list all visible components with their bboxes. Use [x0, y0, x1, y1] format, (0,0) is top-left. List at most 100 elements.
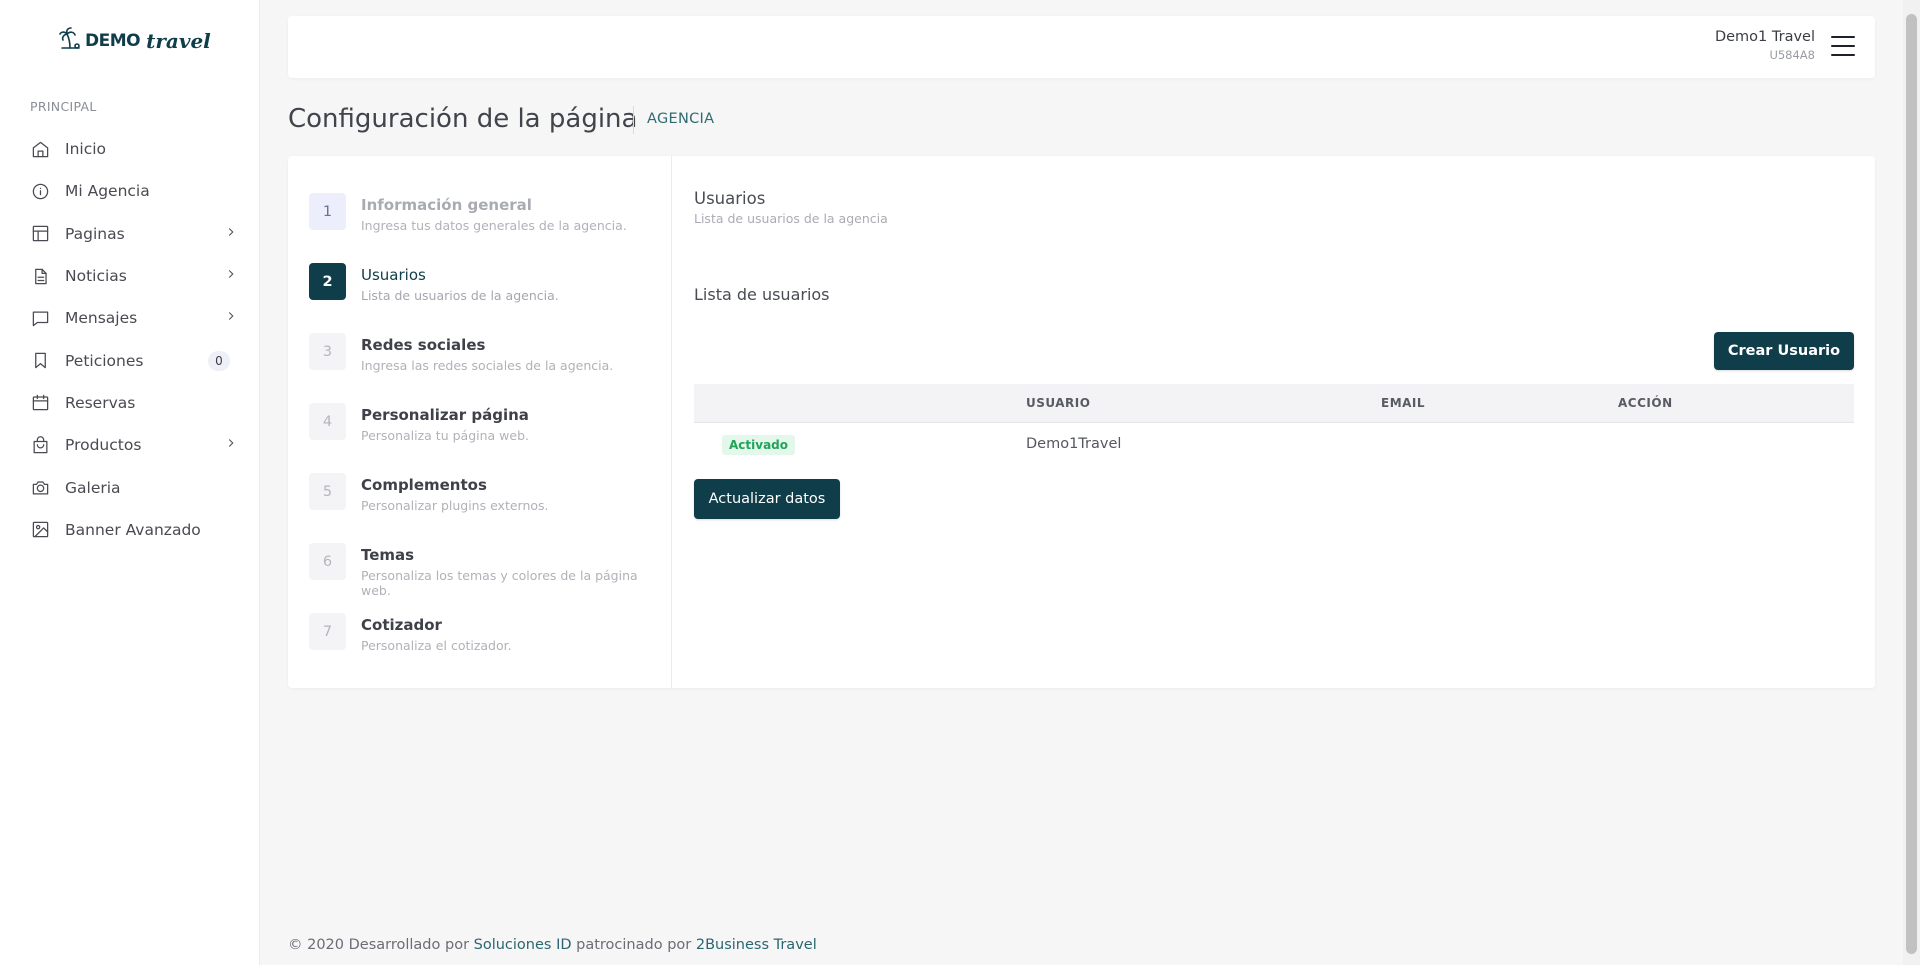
step-number: 5 — [309, 473, 346, 510]
footer: © 2020 Desarrollado por Soluciones ID pa… — [288, 937, 817, 953]
sidebar-item-label: Reservas — [65, 393, 136, 412]
footer-prefix: © 2020 Desarrollado por — [288, 937, 470, 953]
chevron-right-icon — [224, 267, 238, 285]
step-desc: Ingresa tus datos generales de la agenci… — [361, 218, 627, 233]
sidebar-item-galeria[interactable]: Galeria — [0, 466, 260, 508]
message-icon — [30, 308, 50, 328]
camera-icon — [30, 478, 50, 498]
step-number: 4 — [309, 403, 346, 440]
footer-link-2business[interactable]: 2Business Travel — [696, 937, 817, 953]
config-card: 1 Información general Ingresa tus datos g… — [288, 156, 1875, 688]
palm-tree-icon — [58, 26, 82, 55]
sidebar-item-label: Mensajes — [65, 309, 138, 328]
cell-usuario: Demo1Travel — [1026, 436, 1122, 452]
step-desc: Personaliza el cotizador. — [361, 638, 512, 653]
status-badge: Activado — [722, 434, 796, 455]
shopping-bag-icon — [30, 435, 50, 455]
chevron-right-icon — [224, 436, 238, 454]
user-name: Demo1 Travel — [1714, 29, 1815, 45]
sidebar-nav: Inicio Mi Agencia Paginas Noticias Mensa… — [0, 128, 260, 551]
create-user-button[interactable]: Crear Usuario — [1714, 332, 1854, 370]
footer-middle: patrocinado por — [576, 937, 692, 953]
sidebar-item-label: Galeria — [65, 478, 121, 497]
hamburger-menu-icon[interactable] — [1831, 36, 1855, 56]
step-number: 1 — [309, 193, 346, 230]
step-title: Temas — [361, 546, 415, 564]
step-desc: Personalizar plugins externos. — [361, 498, 549, 513]
step-number: 7 — [309, 613, 346, 650]
sidebar-item-label: Noticias — [65, 267, 127, 286]
wizard-steps: 1 Información general Ingresa tus datos g… — [288, 156, 672, 688]
step-number: 6 — [309, 543, 346, 580]
document-icon — [30, 266, 50, 286]
sidebar-item-noticias[interactable]: Noticias — [0, 255, 260, 297]
step-title: Cotizador — [361, 616, 442, 634]
bookmark-icon — [30, 351, 50, 371]
sidebar-item-label: Banner Avanzado — [65, 520, 201, 539]
sidebar-item-productos[interactable]: Productos — [0, 424, 260, 466]
image-icon — [30, 520, 50, 540]
brand-script: travel — [146, 28, 211, 53]
step-cotizador[interactable]: 7 Cotizador Personaliza el cotizador. — [288, 613, 671, 683]
sidebar-item-label: Mi Agencia — [65, 182, 150, 201]
step-desc: Lista de usuarios de la agencia. — [361, 288, 559, 303]
calendar-icon — [30, 393, 50, 413]
vertical-scrollbar[interactable] — [1903, 0, 1920, 965]
step-desc: Personaliza tu página web. — [361, 428, 529, 443]
column-header-accion: ACCIÓN — [1618, 396, 1673, 410]
info-icon — [30, 181, 50, 201]
list-title: Lista de usuarios — [694, 285, 830, 304]
step-title: Usuarios — [361, 266, 426, 284]
sidebar-section-label: PRINCIPAL — [30, 99, 97, 114]
page-title: Configuración de la página — [288, 104, 638, 134]
step-temas[interactable]: 6 Temas Personaliza los temas y colores d… — [288, 543, 671, 613]
sidebar-item-label: Inicio — [65, 140, 107, 159]
scrollbar-thumb[interactable] — [1906, 14, 1917, 954]
brand-word: DEMO — [85, 30, 141, 51]
chevron-right-icon — [224, 309, 238, 327]
step-title: Personalizar página — [361, 406, 529, 424]
top-header: Demo1 Travel U584A8 — [288, 16, 1875, 78]
home-icon — [30, 139, 50, 159]
sidebar-item-paginas[interactable]: Paginas — [0, 213, 260, 255]
sidebar-item-label: Peticiones — [65, 351, 144, 370]
step-number: 3 — [309, 333, 346, 370]
step-usuarios[interactable]: 2 Usuarios Lista de usuarios de la agenci… — [288, 263, 671, 333]
sidebar-item-peticiones[interactable]: Peticiones 0 — [0, 339, 260, 381]
step-redes-sociales[interactable]: 3 Redes sociales Ingresa las redes social… — [288, 333, 671, 403]
update-data-button[interactable]: Actualizar datos — [694, 479, 840, 519]
users-table: USUARIO EMAIL ACCIÓN Activado Demo1Trave… — [694, 384, 1854, 465]
chevron-right-icon — [224, 225, 238, 243]
step-personalizar-pagina[interactable]: 4 Personalizar página Personaliza tu pági… — [288, 403, 671, 473]
step-title: Información general — [361, 196, 532, 214]
sidebar-item-mi-agencia[interactable]: Mi Agencia — [0, 170, 260, 212]
table-header: USUARIO EMAIL ACCIÓN — [694, 384, 1854, 423]
sidebar-item-mensajes[interactable]: Mensajes — [0, 297, 260, 339]
title-divider — [633, 106, 634, 134]
user-code: U584A8 — [1769, 48, 1815, 62]
column-header-usuario[interactable]: USUARIO — [1026, 396, 1381, 410]
column-header-email[interactable]: EMAIL — [1381, 396, 1618, 410]
sidebar-item-label: Paginas — [65, 224, 125, 243]
brand-logo[interactable]: DEMO travel — [58, 26, 211, 55]
sidebar-item-label: Productos — [65, 436, 142, 455]
table-row[interactable]: Activado Demo1Travel — [694, 423, 1854, 465]
sidebar-item-reservas[interactable]: Reservas — [0, 382, 260, 424]
sidebar: DEMO travel PRINCIPAL Inicio Mi Agencia … — [0, 0, 260, 965]
sidebar-item-inicio[interactable]: Inicio — [0, 128, 260, 170]
step-desc: Ingresa las redes sociales de la agencia… — [361, 358, 614, 373]
step-complementos[interactable]: 5 Complementos Personalizar plugins exter… — [288, 473, 671, 543]
step-title: Complementos — [361, 476, 487, 494]
footer-link-soluciones[interactable]: Soluciones ID — [474, 937, 572, 953]
layout-icon — [30, 224, 50, 244]
step-number: 2 — [309, 263, 346, 300]
page-subtitle[interactable]: AGENCIA — [647, 111, 714, 127]
step-content: Usuarios Lista de usuarios de la agencia… — [694, 156, 1854, 688]
section-description: Lista de usuarios de la agencia — [694, 211, 888, 226]
user-info[interactable]: Demo1 Travel U584A8 — [1715, 29, 1815, 62]
peticiones-count-badge: 0 — [208, 350, 230, 371]
sidebar-item-banner-avanzado[interactable]: Banner Avanzado — [0, 509, 260, 551]
step-informacion-general[interactable]: 1 Información general Ingresa tus datos g… — [288, 193, 671, 263]
section-title: Usuarios — [694, 189, 766, 208]
step-title: Redes sociales — [361, 336, 486, 354]
